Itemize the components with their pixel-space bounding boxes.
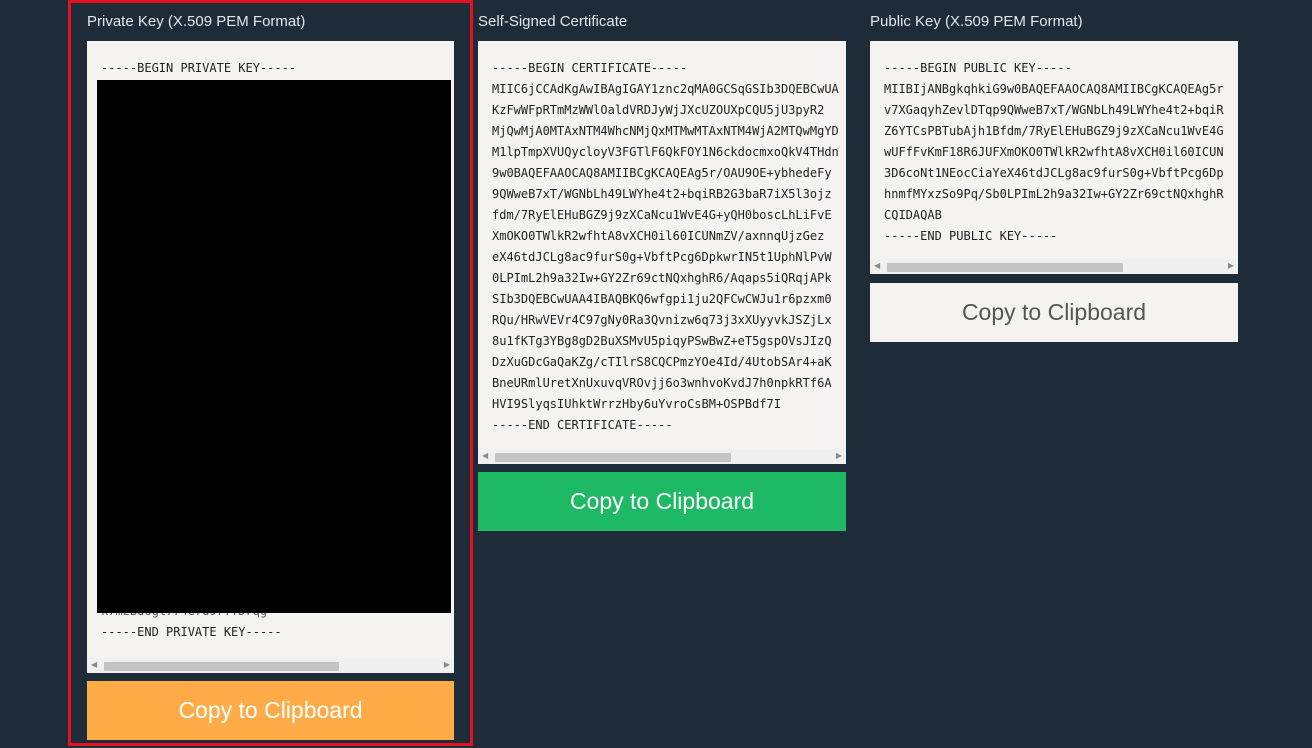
private-key-begin: -----BEGIN PRIVATE KEY----- bbox=[101, 61, 297, 75]
scroll-right-icon[interactable]: ▶ bbox=[444, 660, 450, 669]
certificate-scrollbar[interactable]: ◀ ▶ bbox=[478, 449, 846, 464]
certificate-text: -----BEGIN CERTIFICATE----- MIIC6jCCAdKg… bbox=[492, 61, 839, 432]
scroll-left-icon[interactable]: ◀ bbox=[874, 261, 880, 270]
private-key-copy-button[interactable]: Copy to Clipboard bbox=[87, 681, 454, 740]
public-key-text: -----BEGIN PUBLIC KEY----- MIIBIjANBgkqh… bbox=[884, 61, 1224, 243]
certificate-textarea[interactable]: -----BEGIN CERTIFICATE----- MIIC6jCCAdKg… bbox=[478, 41, 846, 464]
certificate-label: Self-Signed Certificate bbox=[478, 13, 628, 30]
scroll-thumb[interactable] bbox=[495, 453, 731, 462]
public-key-textarea[interactable]: -----BEGIN PUBLIC KEY----- MIIBIjANBgkqh… bbox=[870, 41, 1238, 274]
redaction-box bbox=[97, 80, 451, 613]
certificate-copy-button[interactable]: Copy to Clipboard bbox=[478, 472, 846, 531]
scroll-left-icon[interactable]: ◀ bbox=[482, 451, 488, 460]
private-key-scrollbar[interactable]: ◀ ▶ bbox=[87, 658, 454, 673]
scroll-left-icon[interactable]: ◀ bbox=[91, 660, 97, 669]
public-key-scrollbar[interactable]: ◀ ▶ bbox=[870, 259, 1238, 274]
scroll-right-icon[interactable]: ▶ bbox=[1228, 261, 1234, 270]
private-key-label: Private Key (X.509 PEM Format) bbox=[87, 13, 306, 30]
public-key-copy-button[interactable]: Copy to Clipboard bbox=[870, 283, 1238, 342]
private-key-textarea[interactable]: -----BEGIN PRIVATE KEY----- k7mzBd6gl774… bbox=[87, 41, 454, 673]
public-key-label: Public Key (X.509 PEM Format) bbox=[870, 13, 1083, 30]
scroll-thumb[interactable] bbox=[104, 662, 339, 671]
scroll-right-icon[interactable]: ▶ bbox=[836, 451, 842, 460]
private-key-end: -----END PRIVATE KEY----- bbox=[101, 625, 282, 639]
scroll-thumb[interactable] bbox=[887, 263, 1123, 272]
